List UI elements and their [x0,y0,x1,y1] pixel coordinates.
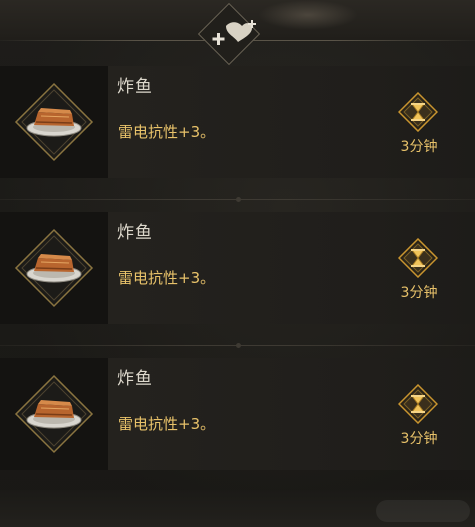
food-thumbnail [0,66,108,178]
duration-label: 3分钟 [400,139,438,155]
food-buff-panel: 炸鱼 雷电抗性+3。 3分钟 炸鱼 雷电抗性+3。 3分钟 炸鱼 雷电抗性+3。… [0,0,475,527]
food-effect: 雷电抗性+3。 [118,123,216,141]
watermark [376,500,470,522]
fried-fish-icon [14,82,94,162]
buff-plus-icon [212,20,256,45]
hourglass-icon [398,384,438,424]
divider-dot [236,197,241,202]
food-item-row[interactable]: 炸鱼 雷电抗性+3。 3分钟 [0,66,475,178]
food-effect: 雷电抗性+3。 [118,269,216,287]
food-item-row[interactable]: 炸鱼 雷电抗性+3。 3分钟 [0,358,475,470]
food-name: 炸鱼 [117,369,153,389]
hourglass-icon [398,238,438,278]
fried-fish-icon [14,228,94,308]
food-thumbnail [0,212,108,324]
hourglass-icon [398,92,438,132]
food-thumbnail [0,358,108,470]
duration-label: 3分钟 [400,285,438,301]
divider-dot [236,343,241,348]
top-banner-decoration [258,0,358,30]
fried-fish-icon [14,374,94,454]
duration-label: 3分钟 [400,431,438,447]
food-effect: 雷电抗性+3。 [118,415,216,433]
food-name: 炸鱼 [117,77,153,97]
food-name: 炸鱼 [117,223,153,243]
food-item-row[interactable]: 炸鱼 雷电抗性+3。 3分钟 [0,212,475,324]
